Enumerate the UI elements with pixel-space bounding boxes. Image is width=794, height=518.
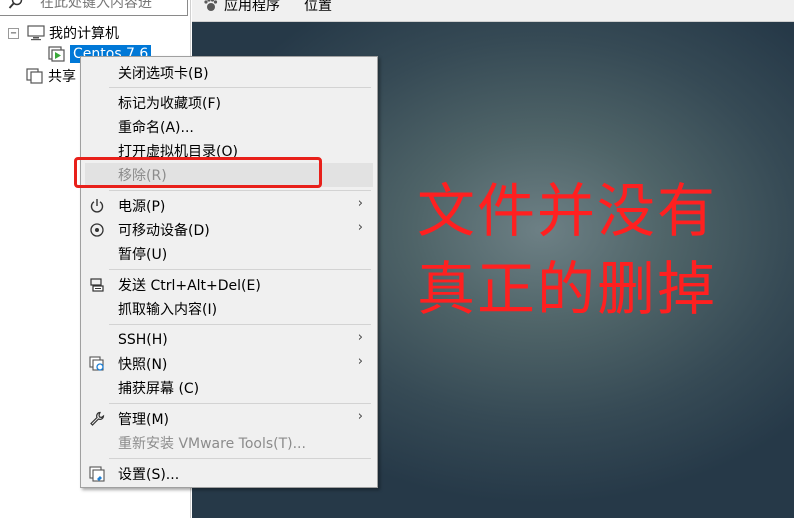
menu-separator [109,87,371,88]
menu-item-rename-label: 重命名(A)... [118,120,194,136]
submenu-arrow-icon: › [357,330,363,345]
applications-menu[interactable]: 应用程序 [202,0,280,16]
search-icon [8,0,23,9]
menu-item-snapshot[interactable]: 快照(N) › [85,352,373,376]
library-search-box[interactable]: 在此处键入内容进 [0,0,188,16]
submenu-arrow-icon: › [357,409,363,424]
menu-item-grab-input-label: 抓取输入内容(I) [118,302,218,318]
tree-item-shared-label: 共享 [48,69,76,85]
wrench-icon [90,411,105,426]
tree-item-my-computer-label: 我的计算机 [49,26,119,42]
places-menu[interactable]: 位置 [304,0,332,16]
menu-item-send-ctrl-alt-del-label: 发送 Ctrl+Alt+Del(E) [118,278,261,294]
menu-item-close-tab-label: 关闭选项卡(B) [118,66,209,82]
annotation-line-1: 文件并没有 [417,177,718,245]
menu-item-reinstall-vmware-tools[interactable]: 重新安装 VMware Tools(T)... [85,431,373,455]
menu-item-pause-label: 暂停(U) [118,247,168,263]
menu-separator [109,269,371,270]
shared-vms-icon [26,68,43,84]
menu-item-ssh[interactable]: SSH(H) › [85,328,373,352]
submenu-arrow-icon: › [357,354,363,369]
menu-item-reinstall-vmware-tools-label: 重新安装 VMware Tools(T)... [118,436,306,452]
annotation-line-2: 真正的删掉 [417,255,718,323]
menu-item-settings-label: 设置(S)... [118,467,180,483]
places-menu-label: 位置 [304,0,332,14]
menu-item-rename[interactable]: 重命名(A)... [85,115,373,139]
keyboard-send-icon [90,278,104,292]
menu-item-grab-input[interactable]: 抓取输入内容(I) [85,297,373,321]
menu-item-power-label: 电源(P) [118,199,166,215]
menu-separator [109,324,371,325]
menu-separator [109,190,371,191]
snapshot-icon [89,356,104,371]
vm-running-icon [48,46,65,62]
submenu-arrow-icon: › [357,196,363,211]
tree-item-my-computer[interactable]: − 我的计算机 [8,22,119,44]
tree-item-shared[interactable]: 共享 [26,65,76,87]
submenu-arrow-icon: › [357,220,363,235]
library-search-input[interactable]: 在此处键入内容进 [40,0,152,12]
applications-menu-label: 应用程序 [224,0,280,14]
guest-top-bar: 应用程序 位置 [192,0,794,22]
computer-icon [27,25,45,41]
highlight-box [74,157,322,188]
menu-item-ssh-label: SSH(H) [118,332,168,348]
menu-item-power[interactable]: 电源(P) › [85,194,373,218]
menu-item-removable-devices[interactable]: 可移动设备(D) › [85,218,373,242]
annotation-text: 文件并没有 真正的删掉 [417,172,717,328]
menu-separator [109,458,371,459]
collapse-icon[interactable]: − [8,27,19,39]
menu-item-capture-screen[interactable]: 捕获屏幕 (C) [85,376,373,400]
menu-item-close-tab[interactable]: 关闭选项卡(B) [85,61,373,85]
vm-context-menu: 关闭选项卡(B) 标记为收藏项(F) 重命名(A)... 打开虚拟机目录(O) … [80,56,378,488]
menu-item-send-ctrl-alt-del[interactable]: 发送 Ctrl+Alt+Del(E) [85,273,373,297]
menu-separator [109,403,371,404]
removable-device-icon [90,223,104,237]
menu-item-pause[interactable]: 暂停(U) [85,242,373,266]
menu-item-removable-devices-label: 可移动设备(D) [118,223,210,239]
menu-item-manage[interactable]: 管理(M) › [85,407,373,431]
settings-icon [89,466,105,482]
power-icon [90,199,104,213]
menu-item-manage-label: 管理(M) [118,412,170,428]
menu-item-mark-favorite-label: 标记为收藏项(F) [118,96,221,112]
gnome-foot-icon [204,0,218,11]
menu-item-capture-screen-label: 捕获屏幕 (C) [118,381,200,397]
menu-item-snapshot-label: 快照(N) [118,357,168,373]
menu-item-settings[interactable]: 设置(S)... [85,462,373,486]
menu-item-mark-favorite[interactable]: 标记为收藏项(F) [85,91,373,115]
